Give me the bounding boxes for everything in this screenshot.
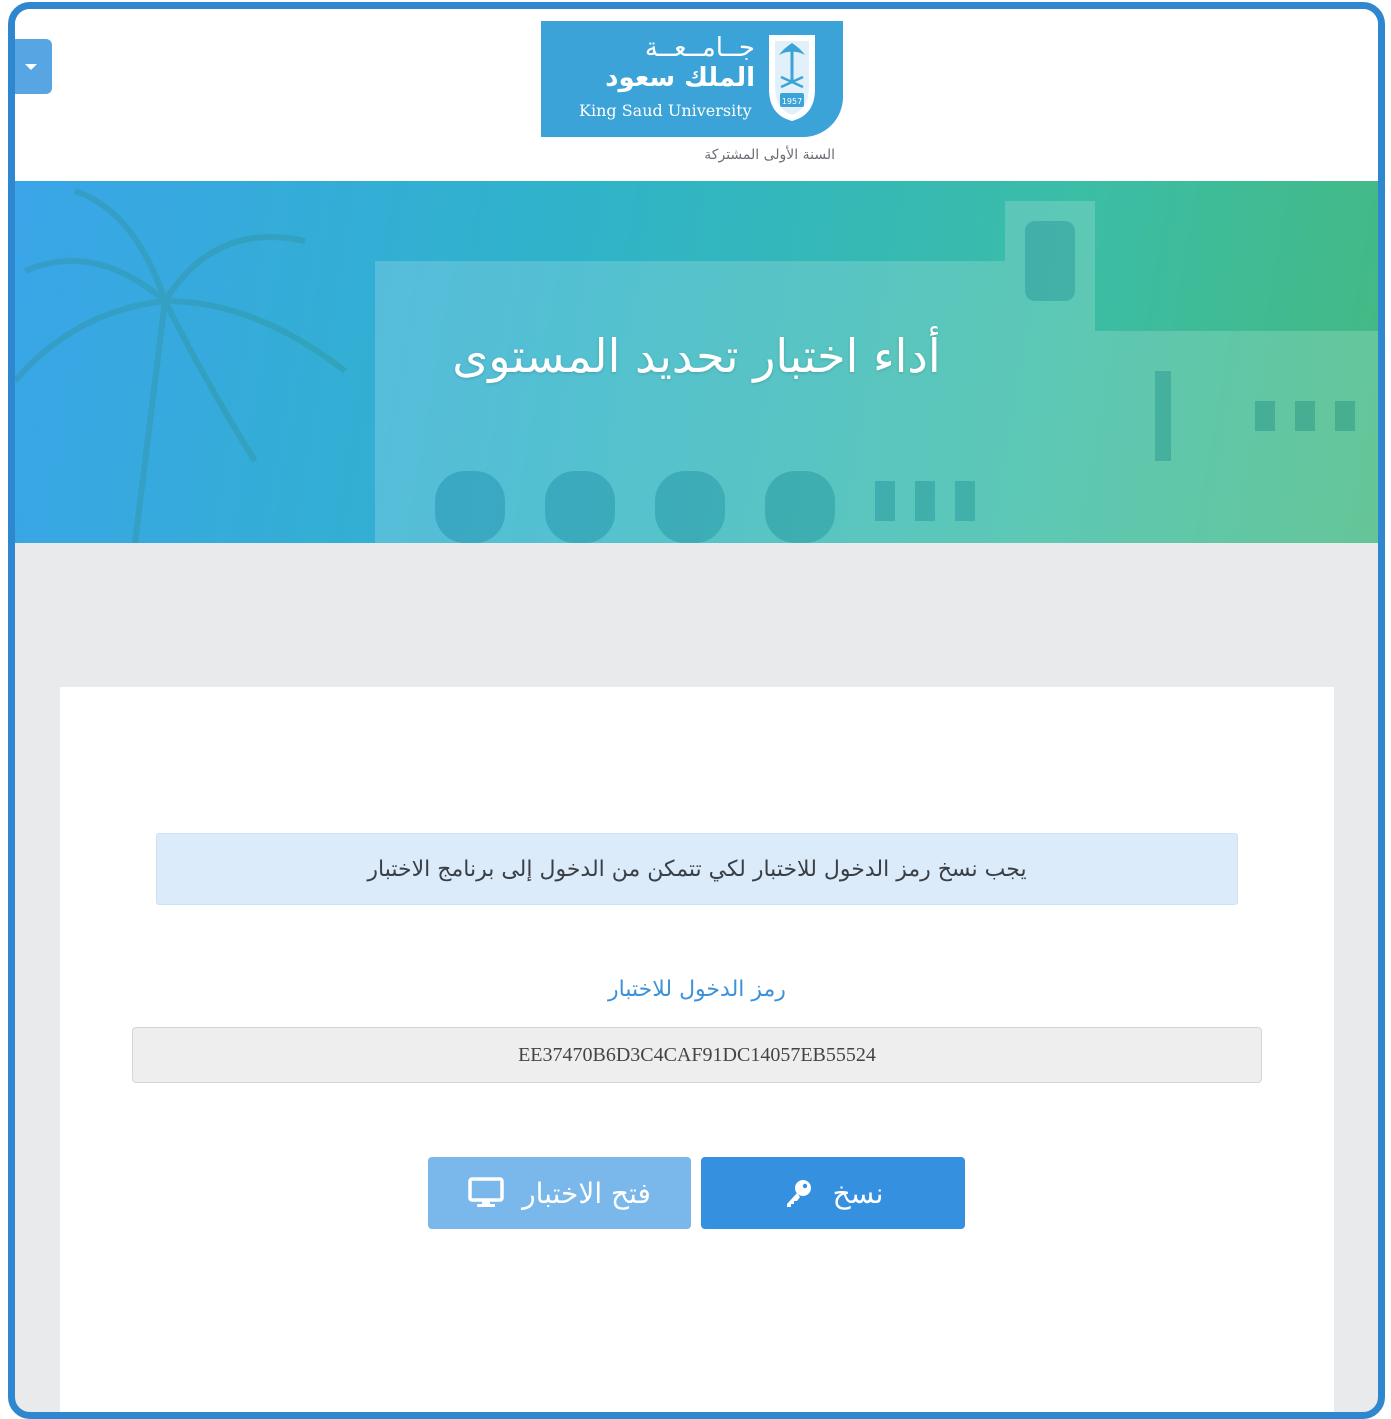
open-test-button[interactable]: فتح الاختبار — [428, 1157, 691, 1229]
hero-banner: أداء اختبار تحديد المستوى — [15, 181, 1378, 543]
university-logo[interactable]: جــامــعــة الملك سعود King Saud Univers… — [541, 21, 843, 137]
logo-english-name: King Saud University — [579, 101, 752, 120]
emblem-year: 1957 — [782, 97, 802, 106]
emblem-icon: 1957 — [769, 35, 815, 121]
copy-button-label: نسخ — [832, 1176, 884, 1210]
page-title: أداء اختبار تحديد المستوى — [452, 329, 941, 383]
menu-toggle-button[interactable] — [15, 39, 52, 94]
logo-arabic-line2: الملك سعود — [605, 63, 755, 93]
header: جــامــعــة الملك سعود King Saud Univers… — [15, 9, 1378, 181]
logo-arabic-line1: جــامــعــة — [644, 33, 755, 63]
main-card: يجب نسخ رمز الدخول للاختبار لكي تتمكن من… — [60, 687, 1334, 1412]
copy-button[interactable]: نسخ — [701, 1157, 965, 1229]
program-subtitle: السنة الأولى المشتركة — [704, 147, 835, 163]
app-frame: جــامــعــة الملك سعود King Saud Univers… — [8, 2, 1385, 1419]
access-code-input[interactable] — [132, 1027, 1262, 1083]
info-notice: يجب نسخ رمز الدخول للاختبار لكي تتمكن من… — [156, 833, 1238, 905]
caret-down-icon — [24, 63, 37, 70]
monitor-icon — [468, 1177, 504, 1207]
open-test-button-label: فتح الاختبار — [522, 1176, 651, 1210]
key-icon — [786, 1180, 811, 1207]
access-code-label: رمز الدخول للاختبار — [608, 977, 786, 1002]
